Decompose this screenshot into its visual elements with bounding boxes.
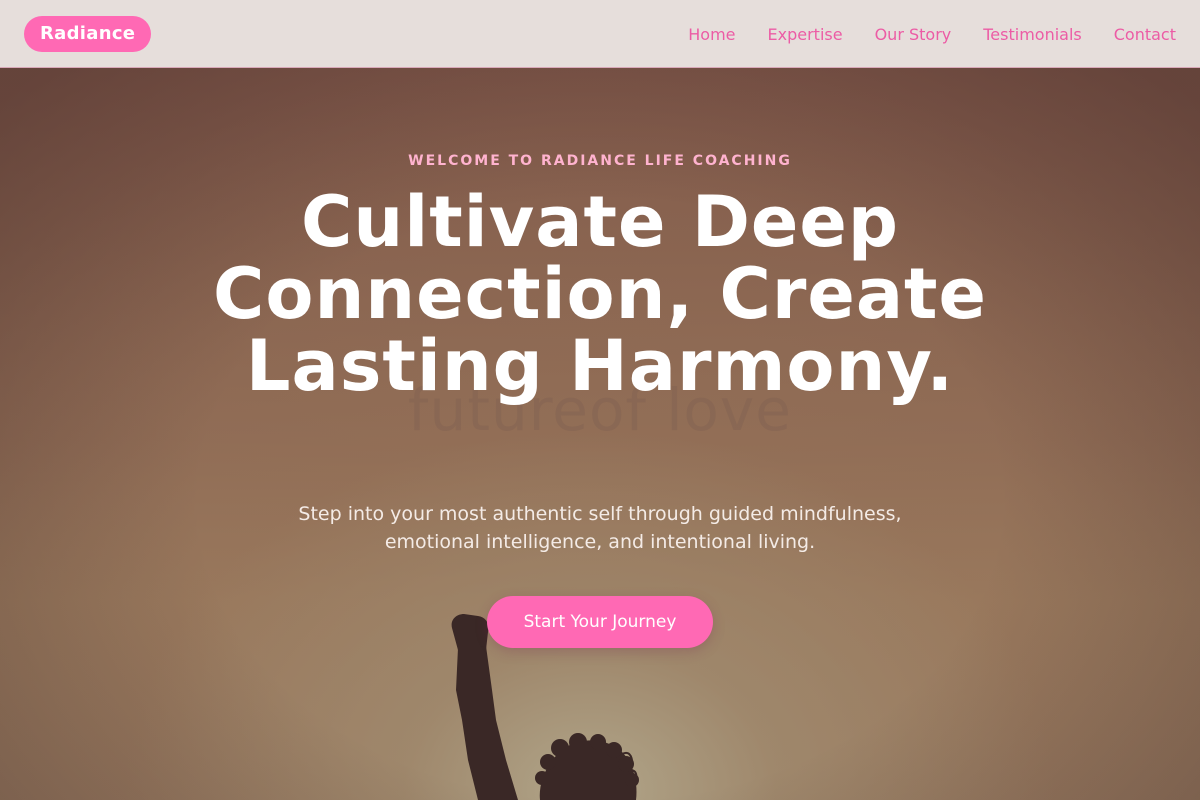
nav-menu: Home Expertise Our Story Testimonials Co… <box>688 0 1176 68</box>
hero-subheadline: Step into your most authentic self throu… <box>298 503 902 553</box>
hero-eyebrow: WELCOME TO RADIANCE LIFE COACHING <box>408 153 792 169</box>
nav-item-testimonials[interactable]: Testimonials <box>983 25 1082 44</box>
nav-item-home[interactable]: Home <box>688 25 735 44</box>
nav-item-our-story[interactable]: Our Story <box>875 25 952 44</box>
hero-headline: Cultivate Deep Connection, Create Lastin… <box>213 181 987 407</box>
brand-logo[interactable]: Radiance <box>24 16 152 52</box>
start-journey-button[interactable]: Start Your Journey <box>487 596 713 648</box>
navbar: Radiance Home Expertise Our Story Testim… <box>0 0 1200 68</box>
nav-item-contact[interactable]: Contact <box>1114 25 1176 44</box>
nav-item-expertise[interactable]: Expertise <box>768 25 843 44</box>
page: futureof love Radiance Home Expertise Ou… <box>0 0 1200 800</box>
